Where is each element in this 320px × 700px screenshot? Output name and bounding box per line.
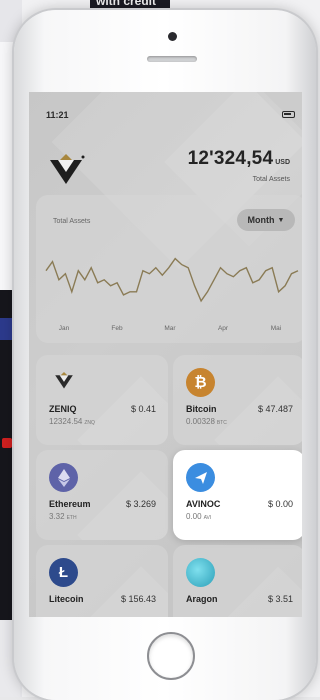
asset-holding: 0.00 AVI [186,512,211,521]
aragon-icon [186,558,215,587]
asset-card-litecoin[interactable]: Ł Litecoin $ 156.43 [36,545,168,617]
ethereum-icon [49,463,78,492]
avinoc-icon [186,463,215,492]
holding-unit: BTC [216,420,227,426]
asset-price: $ 47.487 [257,404,293,414]
home-button[interactable] [147,632,195,680]
total-label: Total Assets [252,176,290,183]
front-camera [168,32,177,41]
holding-unit: ETH [66,515,77,521]
asset-holding [186,607,188,616]
total-currency: USD [275,159,290,166]
total-assets-line [45,257,299,303]
asset-card-zeniq[interactable]: ZENIQ $ 0.41 12324.54 ZNQ [36,355,168,445]
asset-card-bitcoin[interactable]: ₿ Bitcoin $ 47.487 0.00328 BTC [173,355,302,445]
total-amount: 12'324,54 [187,148,274,169]
status-time: 11:21 [46,110,69,120]
x-tick-label: Apr [218,325,229,332]
card-decoration [214,566,302,617]
asset-holding [49,607,51,616]
holding-unit: AVI [203,515,212,521]
holding-amount: 0.00 [186,512,202,521]
asset-holding: 0.00328 BTC [186,417,227,426]
litecoin-icon: Ł [49,558,78,587]
assets-line-chart: Jan Feb Mar Apr Mai [45,257,299,332]
zeniq-logo-icon [50,154,85,184]
x-tick-label: Mai [271,325,281,332]
x-tick-label: Mar [164,325,176,332]
speaker-grille [147,56,197,62]
asset-name: Aragon [186,594,218,604]
holding-unit: ZNQ [84,420,95,426]
background-red-marker [2,438,12,448]
asset-card-ethereum[interactable]: Ethereum $ 3.269 3.32 ETH [36,450,168,540]
asset-name: AVINOC [186,499,221,509]
holding-amount: 12324.54 [49,417,83,426]
asset-name: ZENIQ [49,404,77,414]
asset-card-avinoc[interactable]: AVINOC $ 0.00 0.00 AVI [173,450,302,540]
holding-amount: 0.00328 [186,417,215,426]
asset-price: $ 156.43 [120,594,156,604]
asset-name: Ethereum [49,499,91,509]
x-tick-label: Feb [111,325,123,332]
background-banner-text: with credit [96,0,157,8]
x-tick-label: Jan [59,325,70,332]
assets-chart-card: Total Assets Month ▼ Jan Feb Mar Apr Mai [36,195,302,343]
asset-price: $ 0.00 [267,499,293,509]
asset-price: $ 3.269 [125,499,156,509]
battery-icon [282,111,295,118]
zeniq-logo-icon [49,368,78,397]
holding-amount: 3.32 [49,512,65,521]
card-decoration [77,566,168,617]
total-balance: 12'324,54 USD [188,148,290,170]
asset-holding: 3.32 ETH [49,512,77,521]
asset-name: Litecoin [49,594,84,604]
app-screen: 11:21 12'324,54 USD Total Assets Total As… [29,92,302,617]
asset-price: $ 0.41 [130,404,156,414]
phone-frame: 11:21 12'324,54 USD Total Assets Total As… [14,10,316,700]
asset-price: $ 3.51 [267,594,293,604]
asset-card-aragon[interactable]: Aragon $ 3.51 [173,545,302,617]
asset-holding: 12324.54 ZNQ [49,417,95,426]
asset-name: Bitcoin [186,404,217,414]
bitcoin-icon: ₿ [186,368,215,397]
